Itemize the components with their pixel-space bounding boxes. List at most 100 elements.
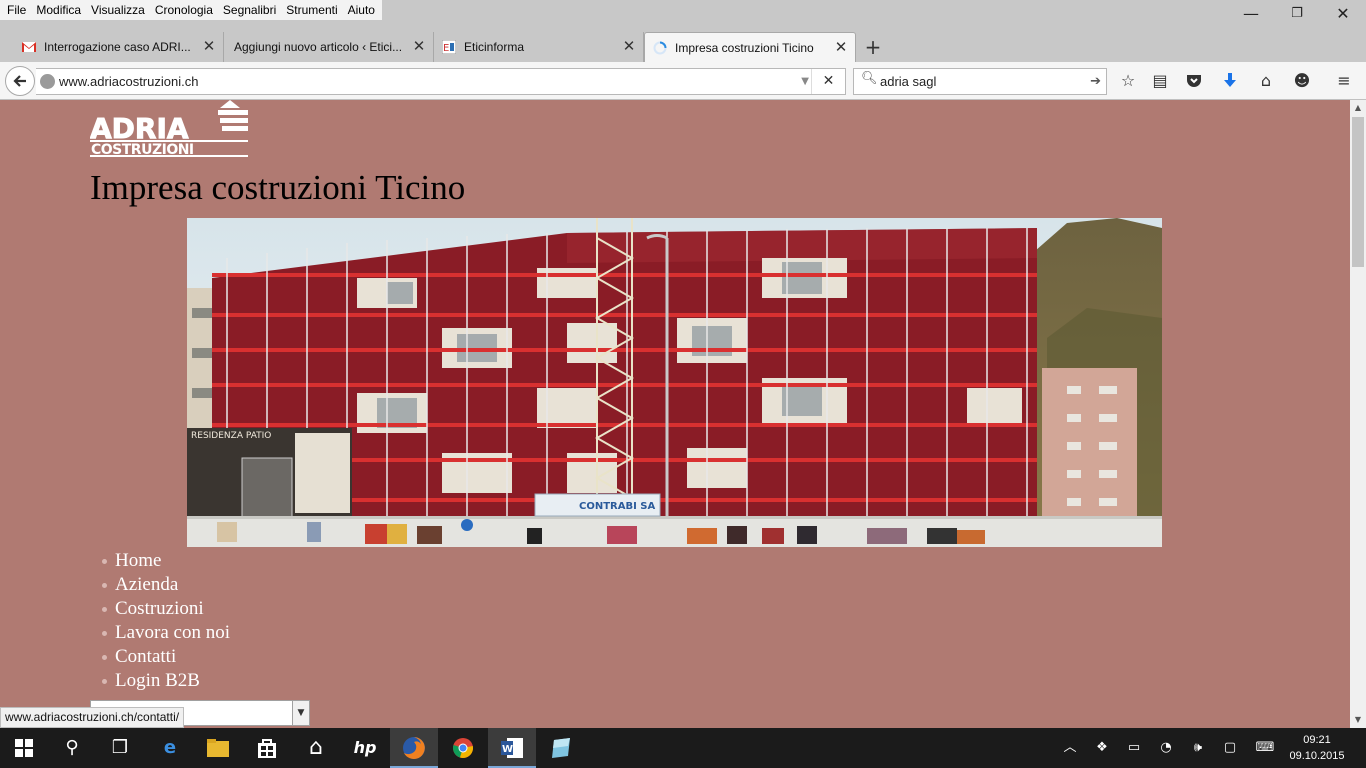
menu-bar: File Modifica Visualizza Cronologia Segn… bbox=[0, 0, 1366, 23]
new-tab-button[interactable]: + bbox=[860, 33, 886, 61]
nav-item-home[interactable]: Home bbox=[102, 549, 230, 573]
wifi-icon[interactable]: ◔ bbox=[1154, 728, 1178, 768]
hello-icon[interactable]: ☻ bbox=[1288, 68, 1316, 94]
pocket-icon[interactable] bbox=[1180, 68, 1208, 94]
nav-bar: www.adriacostruzioni.ch ▼ ✕ 🔍︎ adria sag… bbox=[0, 62, 1366, 100]
dropbox-icon[interactable]: ❖ bbox=[1090, 728, 1114, 768]
page-title: Impresa costruzioni Ticino bbox=[90, 168, 466, 207]
page-scrollbar[interactable]: ▲ ▼ bbox=[1350, 100, 1366, 728]
tab-strip: Interrogazione caso ADRI... ✕ Aggiungi n… bbox=[0, 20, 1366, 62]
chrome-icon[interactable] bbox=[439, 728, 487, 768]
menu-file[interactable]: File bbox=[2, 0, 31, 20]
globe-icon bbox=[40, 74, 55, 89]
firefox-taskbar-icon[interactable] bbox=[390, 728, 438, 768]
search-input[interactable]: adria sagl bbox=[880, 69, 936, 94]
nav-link-home[interactable]: Home bbox=[115, 550, 161, 571]
hamburger-menu-icon[interactable]: ≡ bbox=[1330, 68, 1358, 94]
gmail-icon bbox=[22, 42, 36, 52]
menu-modifica[interactable]: Modifica bbox=[31, 0, 86, 20]
app-icon[interactable] bbox=[537, 728, 585, 768]
nav-link-lavora[interactable]: Lavora con noi bbox=[115, 622, 230, 643]
close-tab-icon[interactable]: ✕ bbox=[201, 32, 217, 62]
nav-link-costruzioni[interactable]: Costruzioni bbox=[115, 598, 204, 619]
tab-impresa-costruzioni[interactable]: Impresa costruzioni Ticino ✕ bbox=[644, 32, 856, 62]
status-link-preview: www.adriacostruzioni.ch/contatti/ bbox=[0, 707, 185, 728]
hp-icon[interactable]: hp bbox=[341, 728, 389, 768]
close-tab-icon[interactable]: ✕ bbox=[411, 32, 427, 62]
loading-icon bbox=[653, 41, 667, 55]
stop-button[interactable]: ✕ bbox=[811, 69, 845, 94]
bookmark-star-icon[interactable]: ☆ bbox=[1114, 68, 1142, 94]
nav-link-login[interactable]: Login B2B bbox=[115, 670, 200, 691]
windows-icon bbox=[15, 739, 33, 757]
menu-cronologia[interactable]: Cronologia bbox=[150, 0, 218, 20]
download-icon[interactable] bbox=[1216, 68, 1244, 94]
nav-item-login[interactable]: Login B2B bbox=[102, 669, 230, 693]
hero-sign-text: RESIDENZA PATIO bbox=[191, 431, 271, 441]
home-app-icon[interactable]: ⌂ bbox=[292, 728, 340, 768]
scroll-down-icon[interactable]: ▼ bbox=[1350, 712, 1366, 728]
clock-time: 09:21 bbox=[1303, 734, 1331, 746]
menu-visualizza[interactable]: Visualizza bbox=[86, 0, 150, 20]
search-icon: 🔍︎ bbox=[861, 71, 878, 86]
start-button[interactable] bbox=[0, 728, 48, 768]
nav-item-costruzioni[interactable]: Costruzioni bbox=[102, 597, 230, 621]
nav-item-contatti[interactable]: Contatti bbox=[102, 645, 230, 669]
menu-segnalibri[interactable]: Segnalibri bbox=[218, 0, 281, 20]
keyboard-icon[interactable]: ⌨ bbox=[1250, 728, 1280, 768]
taskbar: ⚲ ❐ e ⌂ hp W ︿ ❖ ▭ ◔ 🕪︎ ▢ ⌨ 09:21 09.10.… bbox=[0, 728, 1366, 768]
tab-wordpress[interactable]: Aggiungi nuovo articolo ‹ Etici... ✕ bbox=[224, 32, 434, 62]
tab-eticinforma[interactable]: E Eticinforma ✕ bbox=[434, 32, 644, 62]
edge-icon[interactable]: e bbox=[146, 728, 194, 768]
tab-label: Impresa costruzioni Ticino bbox=[675, 41, 814, 55]
clock[interactable]: 09:21 09.10.2015 bbox=[1288, 732, 1346, 764]
taskbar-search-icon[interactable]: ⚲ bbox=[48, 728, 96, 768]
svg-text:E: E bbox=[443, 43, 449, 54]
bullet bbox=[102, 655, 107, 661]
url-text[interactable]: www.adriacostruzioni.ch bbox=[59, 69, 198, 94]
menu-strumenti[interactable]: Strumenti bbox=[281, 0, 342, 20]
close-tab-icon[interactable]: ✕ bbox=[621, 32, 637, 62]
main-nav: Home Azienda Costruzioni Lavora con noi … bbox=[102, 549, 230, 693]
file-explorer-icon[interactable] bbox=[194, 728, 242, 768]
bullet bbox=[102, 583, 107, 589]
task-view-icon[interactable]: ❐ bbox=[96, 728, 144, 768]
volume-icon[interactable]: 🕪︎ bbox=[1186, 728, 1210, 768]
hero-company-text: CONTRABI SA bbox=[579, 501, 655, 512]
store-icon[interactable] bbox=[243, 728, 291, 768]
home-icon[interactable]: ⌂ bbox=[1252, 68, 1280, 94]
word-icon[interactable]: W bbox=[488, 728, 536, 768]
close-tab-icon[interactable]: ✕ bbox=[833, 33, 849, 63]
bullet bbox=[102, 679, 107, 685]
eticinforma-icon: E bbox=[442, 40, 456, 54]
menu-aiuto[interactable]: Aiuto bbox=[343, 0, 380, 20]
nav-link-azienda[interactable]: Azienda bbox=[115, 574, 178, 595]
scroll-thumb[interactable] bbox=[1352, 117, 1364, 267]
scroll-up-icon[interactable]: ▲ bbox=[1350, 100, 1366, 116]
search-bar[interactable]: 🔍︎ adria sagl ➔ bbox=[853, 68, 1107, 95]
clock-date: 09.10.2015 bbox=[1289, 750, 1345, 762]
tray-chevron-up-icon[interactable]: ︿ bbox=[1058, 728, 1082, 768]
nav-item-lavora[interactable]: Lavora con noi bbox=[102, 621, 230, 645]
search-go-icon[interactable]: ➔ bbox=[1090, 69, 1101, 94]
web-page: ADRIA COSTRUZIONI Impresa costruzioni Ti… bbox=[0, 100, 1350, 728]
logo-graphic: ADRIA COSTRUZIONI bbox=[90, 100, 248, 158]
notifications-icon[interactable]: ▢ bbox=[1218, 728, 1242, 768]
back-button[interactable] bbox=[5, 66, 35, 96]
bullet bbox=[102, 631, 107, 637]
menu-items: File Modifica Visualizza Cronologia Segn… bbox=[0, 0, 382, 20]
reading-list-icon[interactable]: ▤ bbox=[1146, 68, 1174, 94]
chevron-down-icon[interactable]: ▼ bbox=[292, 701, 309, 725]
tab-gmail[interactable]: Interrogazione caso ADRI... ✕ bbox=[14, 32, 224, 62]
arrow-left-icon bbox=[13, 75, 26, 87]
nav-link-contatti[interactable]: Contatti bbox=[115, 646, 176, 667]
bullet bbox=[102, 559, 107, 565]
tab-label: Aggiungi nuovo articolo ‹ Etici... bbox=[234, 40, 403, 54]
adria-logo[interactable]: ADRIA COSTRUZIONI bbox=[90, 100, 250, 158]
battery-icon[interactable]: ▭ bbox=[1122, 728, 1146, 768]
nav-item-azienda[interactable]: Azienda bbox=[102, 573, 230, 597]
hero-image: RESIDENZA PATIO CONTRABI SA bbox=[187, 218, 1162, 547]
tab-label: Interrogazione caso ADRI... bbox=[44, 40, 191, 54]
url-dropdown-icon[interactable]: ▼ bbox=[801, 69, 809, 94]
url-bar[interactable]: www.adriacostruzioni.ch ▼ ✕ bbox=[36, 68, 846, 95]
